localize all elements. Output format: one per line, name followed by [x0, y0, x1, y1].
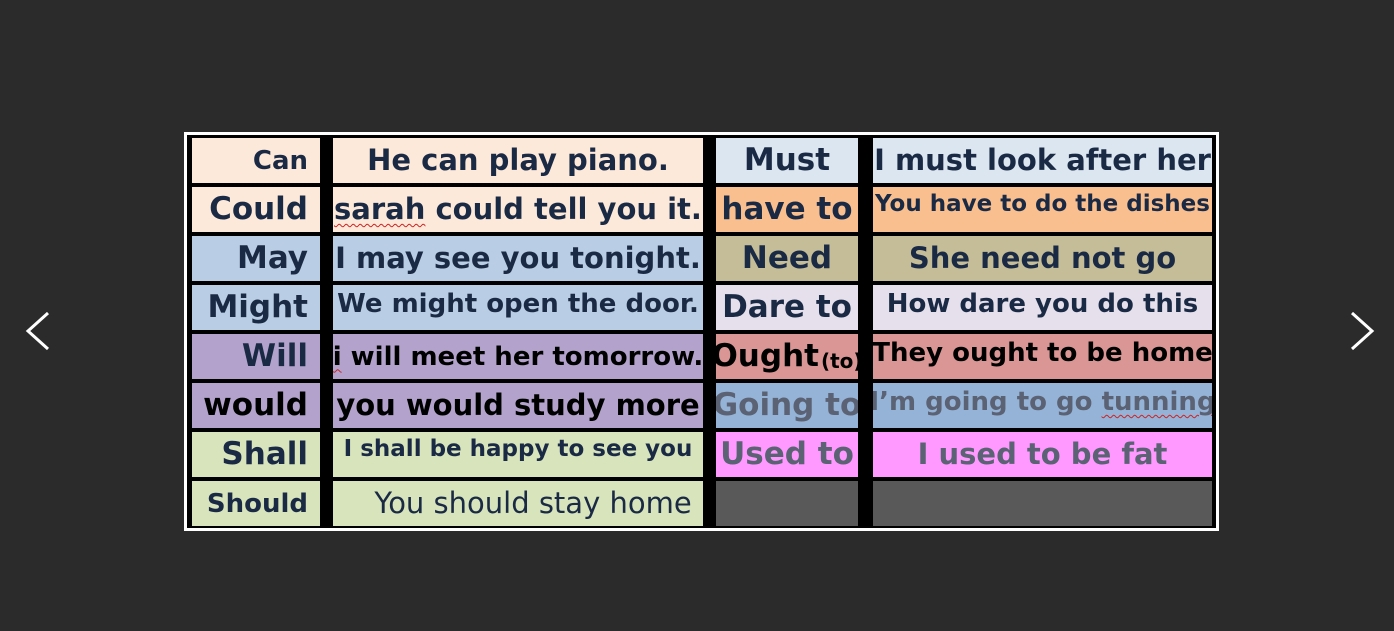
- example-sentence: I used to be fat: [917, 437, 1168, 471]
- empty-cell: [873, 481, 1212, 526]
- slide-image: Can He can play piano. Must I must look …: [184, 132, 1219, 531]
- modal-label: Must: [743, 142, 831, 178]
- example-sentence: He can play piano.: [367, 143, 669, 177]
- modal-cell: Must: [716, 138, 858, 183]
- modal-cell: Used to: [716, 432, 858, 477]
- next-slide-button[interactable]: [1334, 296, 1394, 366]
- example-sentence: I must look after her: [874, 143, 1211, 177]
- example-cell: You have to do the dishes: [873, 187, 1212, 232]
- modal-cell: Might: [192, 285, 320, 330]
- modal-cell: have to: [716, 187, 858, 232]
- example-cell: i will meet her tomorrow.: [333, 334, 703, 379]
- modal-cell: Should: [192, 481, 320, 526]
- modal-cell: would: [192, 383, 320, 428]
- example-cell: She need not go: [873, 236, 1212, 281]
- chevron-left-icon: [25, 311, 50, 351]
- example-cell: you would study more: [333, 383, 703, 428]
- example-sentence: We might open the door.: [337, 289, 699, 319]
- example-sentence: She need not go: [908, 241, 1177, 275]
- modal-label: Will: [241, 338, 308, 374]
- example-cell: We might open the door.: [333, 285, 703, 330]
- example-sentence: You have to do the dishes: [875, 191, 1210, 217]
- example-sentence: will meet her tomorrow.: [341, 341, 703, 372]
- modal-cell: Ought(to): [716, 334, 858, 379]
- example-cell: I shall be happy to see you: [333, 432, 703, 477]
- example-sentence: How dare you do this: [886, 289, 1199, 319]
- example-sentence: I may see you tonight.: [335, 241, 701, 275]
- modal-cell: Need: [716, 236, 858, 281]
- modal-cell: Shall: [192, 432, 320, 477]
- modal-cell: Can: [192, 138, 320, 183]
- modal-label: Can: [252, 145, 308, 176]
- example-sentence: I’m going to go: [873, 387, 1102, 417]
- modal-cell: May: [192, 236, 320, 281]
- previous-slide-button[interactable]: [6, 296, 66, 366]
- example-cell: I must look after her: [873, 138, 1212, 183]
- chevron-right-icon: [1350, 311, 1375, 351]
- misspelled-word: sarah: [334, 192, 426, 226]
- modal-label: have to: [721, 191, 853, 227]
- modal-cell: Going to: [716, 383, 858, 428]
- example-sentence: I shall be happy to see you: [343, 436, 693, 462]
- example-sentence: you would study more: [336, 388, 700, 422]
- modal-label: Might: [207, 289, 308, 325]
- modal-label: Need: [741, 240, 833, 276]
- misspelled-word: tunning: [1101, 387, 1212, 417]
- modal-label: Shall: [221, 436, 308, 472]
- modal-label: Going to: [716, 387, 858, 423]
- example-cell: I may see you tonight.: [333, 236, 703, 281]
- modal-label: Could: [209, 191, 308, 227]
- modal-label: Should: [206, 488, 308, 519]
- modal-cell: Dare to: [716, 285, 858, 330]
- modal-suffix: (to): [820, 349, 858, 373]
- example-sentence: You should stay home: [374, 486, 692, 520]
- modal-cell: Could: [192, 187, 320, 232]
- example-cell: I used to be fat: [873, 432, 1212, 477]
- example-cell: He can play piano.: [333, 138, 703, 183]
- example-cell: You should stay home: [333, 481, 703, 526]
- example-cell: I’m going to go tunning: [873, 383, 1212, 428]
- modal-label: Used to: [720, 436, 854, 472]
- example-cell: How dare you do this: [873, 285, 1212, 330]
- modal-label: Ought: [716, 338, 819, 374]
- modal-verbs-table: Can He can play piano. Must I must look …: [187, 135, 1216, 528]
- example-cell: They ought to be home: [873, 334, 1212, 379]
- example-sentence: They ought to be home: [873, 338, 1212, 368]
- modal-cell: Will: [192, 334, 320, 379]
- example-sentence: could tell you it.: [425, 192, 702, 226]
- modal-label: May: [236, 240, 308, 276]
- modal-label: would: [203, 387, 308, 423]
- example-cell: sarah could tell you it.: [333, 187, 703, 232]
- empty-cell: [716, 481, 858, 526]
- modal-label: Dare to: [722, 289, 852, 325]
- misspelled-word: i: [333, 341, 342, 372]
